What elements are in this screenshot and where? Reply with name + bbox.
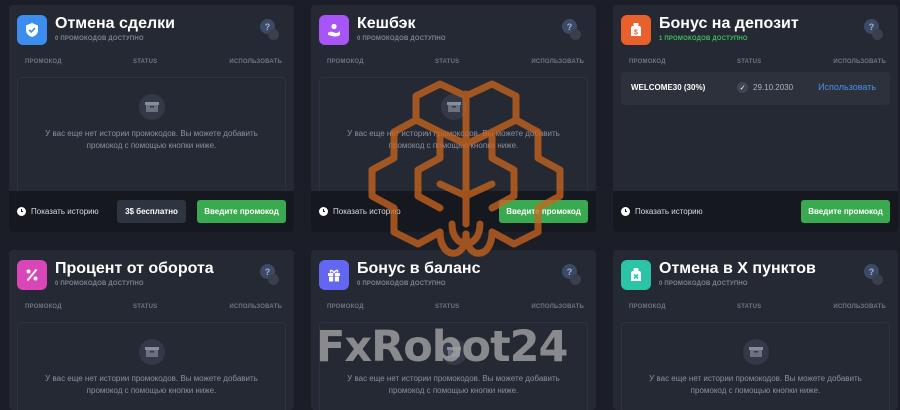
column-promo: ПРОМОКОД bbox=[629, 304, 666, 310]
column-status: STATUS bbox=[133, 59, 158, 65]
free-bonus-button[interactable]: 3$ бесплатно bbox=[117, 200, 186, 223]
table-header: ПРОМОКОД STATUS ИСПОЛЬЗОВАТЬ bbox=[621, 59, 890, 69]
column-status: STATUS bbox=[133, 304, 158, 310]
show-history-link[interactable]: Показать историю bbox=[319, 205, 401, 217]
percent-icon bbox=[17, 260, 47, 290]
card-subtitle: 0 ПРОМОКОДОВ ДОСТУПНО bbox=[55, 281, 144, 287]
card-cancel-x-points: Отмена в X пунктов 0 ПРОМОКОДОВ ДОСТУПНО… bbox=[613, 250, 898, 410]
card-title: Процент от оборота bbox=[55, 260, 214, 277]
empty-message: У вас еще нет истории промокодов. Вы мож… bbox=[649, 374, 862, 395]
help-icon[interactable]: ? bbox=[260, 264, 280, 285]
column-use: ИСПОЛЬЗОВАТЬ bbox=[833, 304, 886, 310]
empty-state: У вас еще нет истории промокодов. Вы мож… bbox=[319, 322, 588, 410]
show-history-label: Показать историю bbox=[31, 206, 99, 216]
column-status: STATUS bbox=[737, 304, 762, 310]
promo-status: ✓ 29.10.2030 bbox=[737, 82, 793, 93]
clock-icon bbox=[319, 206, 328, 216]
empty-box-icon bbox=[138, 339, 165, 365]
enter-promo-button[interactable]: Введите промокод bbox=[197, 200, 286, 223]
promo-expiry-date: 29.10.2030 bbox=[753, 83, 794, 92]
card-header: Отмена сделки 0 ПРОМОКОДОВ ДОСТУПНО ? bbox=[17, 13, 286, 49]
card-title: Бонус на депозит bbox=[659, 15, 799, 32]
card-header: Бонус в баланс 0 ПРОМОКОДОВ ДОСТУПНО ? bbox=[319, 258, 588, 294]
card-trade-cancel: Отмена сделки 0 ПРОМОКОДОВ ДОСТУПНО ? ПР… bbox=[9, 5, 294, 232]
gift-icon bbox=[319, 260, 349, 290]
empty-state: У вас еще нет истории промокодов. Вы мож… bbox=[17, 77, 286, 193]
column-use: ИСПОЛЬЗОВАТЬ bbox=[531, 304, 584, 310]
use-promo-link[interactable]: Использовать bbox=[818, 82, 876, 92]
card-cashback: Кешбэк 0 ПРОМОКОДОВ ДОСТУПНО ? ПРОМОКОД … bbox=[311, 5, 596, 232]
card-title: Отмена в X пунктов bbox=[659, 260, 816, 277]
clock-icon bbox=[17, 206, 26, 216]
card-subtitle: 0 ПРОМОКОДОВ ДОСТУПНО bbox=[659, 281, 748, 287]
column-status: STATUS bbox=[435, 304, 460, 310]
table-header: ПРОМОКОД STATUS ИСПОЛЬЗОВАТЬ bbox=[621, 304, 890, 314]
shield-icon bbox=[17, 15, 47, 45]
card-subtitle: 0 ПРОМОКОДОВ ДОСТУПНО bbox=[357, 36, 446, 42]
card-header: Отмена в X пунктов 0 ПРОМОКОДОВ ДОСТУПНО… bbox=[621, 258, 890, 294]
promo-cards-grid: Отмена сделки 0 ПРОМОКОДОВ ДОСТУПНО ? ПР… bbox=[0, 0, 900, 410]
column-promo: ПРОМОКОД bbox=[25, 304, 62, 310]
help-icon[interactable]: ? bbox=[562, 19, 582, 40]
column-use: ИСПОЛЬЗОВАТЬ bbox=[531, 59, 584, 65]
card-footer: Показать историю 3$ бесплатно Введите пр… bbox=[9, 191, 294, 232]
table-header: ПРОМОКОД STATUS ИСПОЛЬЗОВАТЬ bbox=[319, 304, 588, 314]
help-icon[interactable]: ? bbox=[260, 19, 280, 40]
help-icon[interactable]: ? bbox=[864, 19, 884, 40]
column-promo: ПРОМОКОД bbox=[327, 59, 364, 65]
card-header: $ Бонус на депозит 1 ПРОМОКОДОВ ДОСТУПНО… bbox=[621, 13, 890, 49]
promo-code: WELCOME30 (30%) bbox=[631, 83, 706, 92]
card-title: Бонус в баланс bbox=[357, 260, 481, 277]
card-footer: Показать историю Введите промокод bbox=[613, 191, 898, 232]
card-subtitle: 1 ПРОМОКОДОВ ДОСТУПНО bbox=[659, 36, 748, 42]
column-use: ИСПОЛЬЗОВАТЬ bbox=[833, 59, 886, 65]
deposit-bag-icon: $ bbox=[621, 15, 651, 45]
empty-message: У вас еще нет истории промокодов. Вы мож… bbox=[45, 374, 258, 395]
help-icon[interactable]: ? bbox=[562, 264, 582, 285]
show-history-label: Показать историю bbox=[333, 206, 401, 216]
card-footer: Показать историю Введите промокод bbox=[311, 191, 596, 232]
clock-icon bbox=[621, 206, 630, 216]
empty-box-icon bbox=[138, 94, 165, 120]
card-balance-bonus: Бонус в баланс 0 ПРОМОКОДОВ ДОСТУПНО ? П… bbox=[311, 250, 596, 410]
table-header: ПРОМОКОД STATUS ИСПОЛЬЗОВАТЬ bbox=[319, 59, 588, 69]
enter-promo-button[interactable]: Введите промокод bbox=[801, 200, 890, 223]
empty-state: У вас еще нет истории промокодов. Вы мож… bbox=[319, 77, 588, 193]
svg-text:$: $ bbox=[634, 30, 638, 37]
enter-promo-button[interactable]: Введите промокод bbox=[499, 200, 588, 223]
check-icon: ✓ bbox=[737, 82, 748, 93]
empty-message: У вас еще нет истории промокодов. Вы мож… bbox=[347, 374, 560, 395]
column-status: STATUS bbox=[435, 59, 460, 65]
column-use: ИСПОЛЬЗОВАТЬ bbox=[229, 59, 282, 65]
help-icon[interactable]: ? bbox=[864, 264, 884, 285]
table-header: ПРОМОКОД STATUS ИСПОЛЬЗОВАТЬ bbox=[17, 304, 286, 314]
empty-box-icon bbox=[440, 339, 467, 365]
card-header: Процент от оборота 0 ПРОМОКОДОВ ДОСТУПНО… bbox=[17, 258, 286, 294]
cashback-icon bbox=[319, 15, 349, 45]
card-subtitle: 0 ПРОМОКОДОВ ДОСТУПНО bbox=[55, 36, 144, 42]
column-status: STATUS bbox=[737, 59, 762, 65]
cancel-x-icon bbox=[621, 260, 651, 290]
card-title: Отмена сделки bbox=[55, 15, 175, 32]
column-promo: ПРОМОКОД bbox=[327, 304, 364, 310]
show-history-link[interactable]: Показать историю bbox=[621, 205, 703, 217]
empty-box-icon bbox=[440, 94, 467, 120]
card-subtitle: 0 ПРОМОКОДОВ ДОСТУПНО bbox=[357, 281, 446, 287]
column-promo: ПРОМОКОД bbox=[629, 59, 666, 65]
card-turnover-percent: Процент от оборота 0 ПРОМОКОДОВ ДОСТУПНО… bbox=[9, 250, 294, 410]
card-deposit-bonus: $ Бонус на депозит 1 ПРОМОКОДОВ ДОСТУПНО… bbox=[613, 5, 898, 232]
empty-state: У вас еще нет истории промокодов. Вы мож… bbox=[621, 322, 890, 410]
card-title: Кешбэк bbox=[357, 15, 416, 32]
column-promo: ПРОМОКОД bbox=[25, 59, 62, 65]
column-use: ИСПОЛЬЗОВАТЬ bbox=[229, 304, 282, 310]
empty-message: У вас еще нет истории промокодов. Вы мож… bbox=[347, 129, 560, 150]
show-history-label: Показать историю bbox=[635, 206, 703, 216]
table-header: ПРОМОКОД STATUS ИСПОЛЬЗОВАТЬ bbox=[17, 59, 286, 69]
show-history-link[interactable]: Показать историю bbox=[17, 205, 99, 217]
empty-state: У вас еще нет истории промокодов. Вы мож… bbox=[17, 322, 286, 410]
empty-box-icon bbox=[742, 339, 769, 365]
empty-message: У вас еще нет истории промокодов. Вы мож… bbox=[45, 129, 258, 150]
card-header: Кешбэк 0 ПРОМОКОДОВ ДОСТУПНО ? bbox=[319, 13, 588, 49]
promo-row: WELCOME30 (30%) ✓ 29.10.2030 Использоват… bbox=[621, 72, 890, 105]
